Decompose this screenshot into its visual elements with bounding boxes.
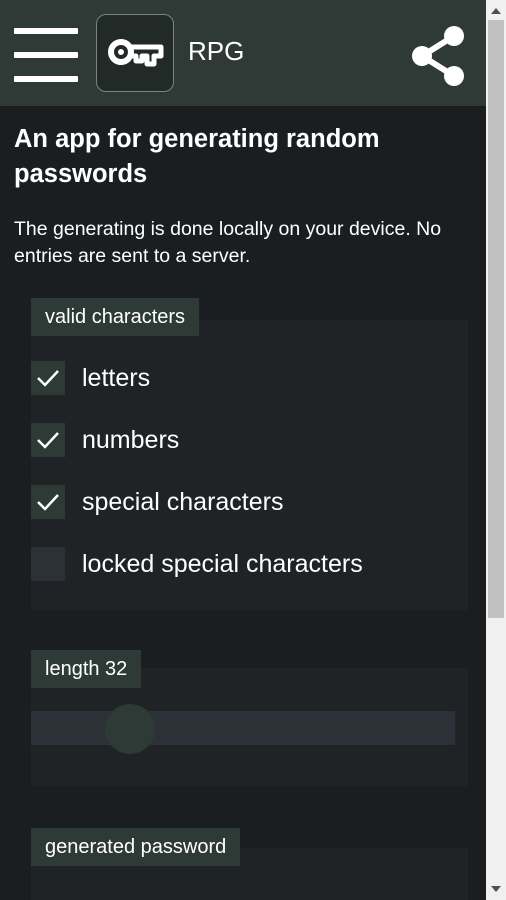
scrollbar-thumb[interactable] [488, 20, 504, 618]
scroll-down-arrow-icon[interactable] [491, 886, 501, 892]
hamburger-menu-icon[interactable] [14, 28, 78, 84]
scroll-up-arrow-icon[interactable] [491, 8, 501, 14]
checkmark-icon [37, 494, 59, 511]
length-slider-thumb[interactable] [105, 704, 155, 754]
checkbox-label: numbers [82, 426, 180, 454]
app-header: RPG [0, 0, 486, 106]
app-title: RPG [188, 36, 245, 66]
checkbox-numbers[interactable]: numbers [31, 420, 468, 460]
intro-text: The generating is done locally on your d… [14, 218, 442, 267]
checkbox-label: locked special characters [82, 550, 363, 578]
length-label: length 32 [31, 650, 142, 688]
share-icon[interactable] [408, 24, 468, 88]
checkmark-icon [37, 370, 59, 387]
checkbox-box[interactable] [31, 485, 65, 519]
checkmark-icon [37, 432, 59, 449]
checkbox-label: letters [82, 364, 151, 392]
generated-password-label: generated password [31, 828, 241, 866]
checkbox-box[interactable] [31, 423, 65, 457]
vertical-scrollbar[interactable] [486, 0, 506, 900]
checkbox-locked-special-characters[interactable]: locked special characters [31, 544, 468, 584]
key-icon [96, 14, 174, 92]
checkbox-label: special characters [82, 488, 284, 516]
checkbox-letters[interactable]: letters [31, 358, 468, 398]
length-slider-track[interactable] [31, 711, 455, 745]
checkbox-box[interactable] [31, 361, 65, 395]
app-root: RPG An app for generating random passwor… [0, 0, 486, 900]
valid-characters-label: valid characters [31, 298, 200, 336]
checkbox-box[interactable] [31, 547, 65, 581]
page-headline: An app for generating random passwords [14, 125, 380, 188]
checkbox-special-characters[interactable]: special characters [31, 482, 468, 522]
